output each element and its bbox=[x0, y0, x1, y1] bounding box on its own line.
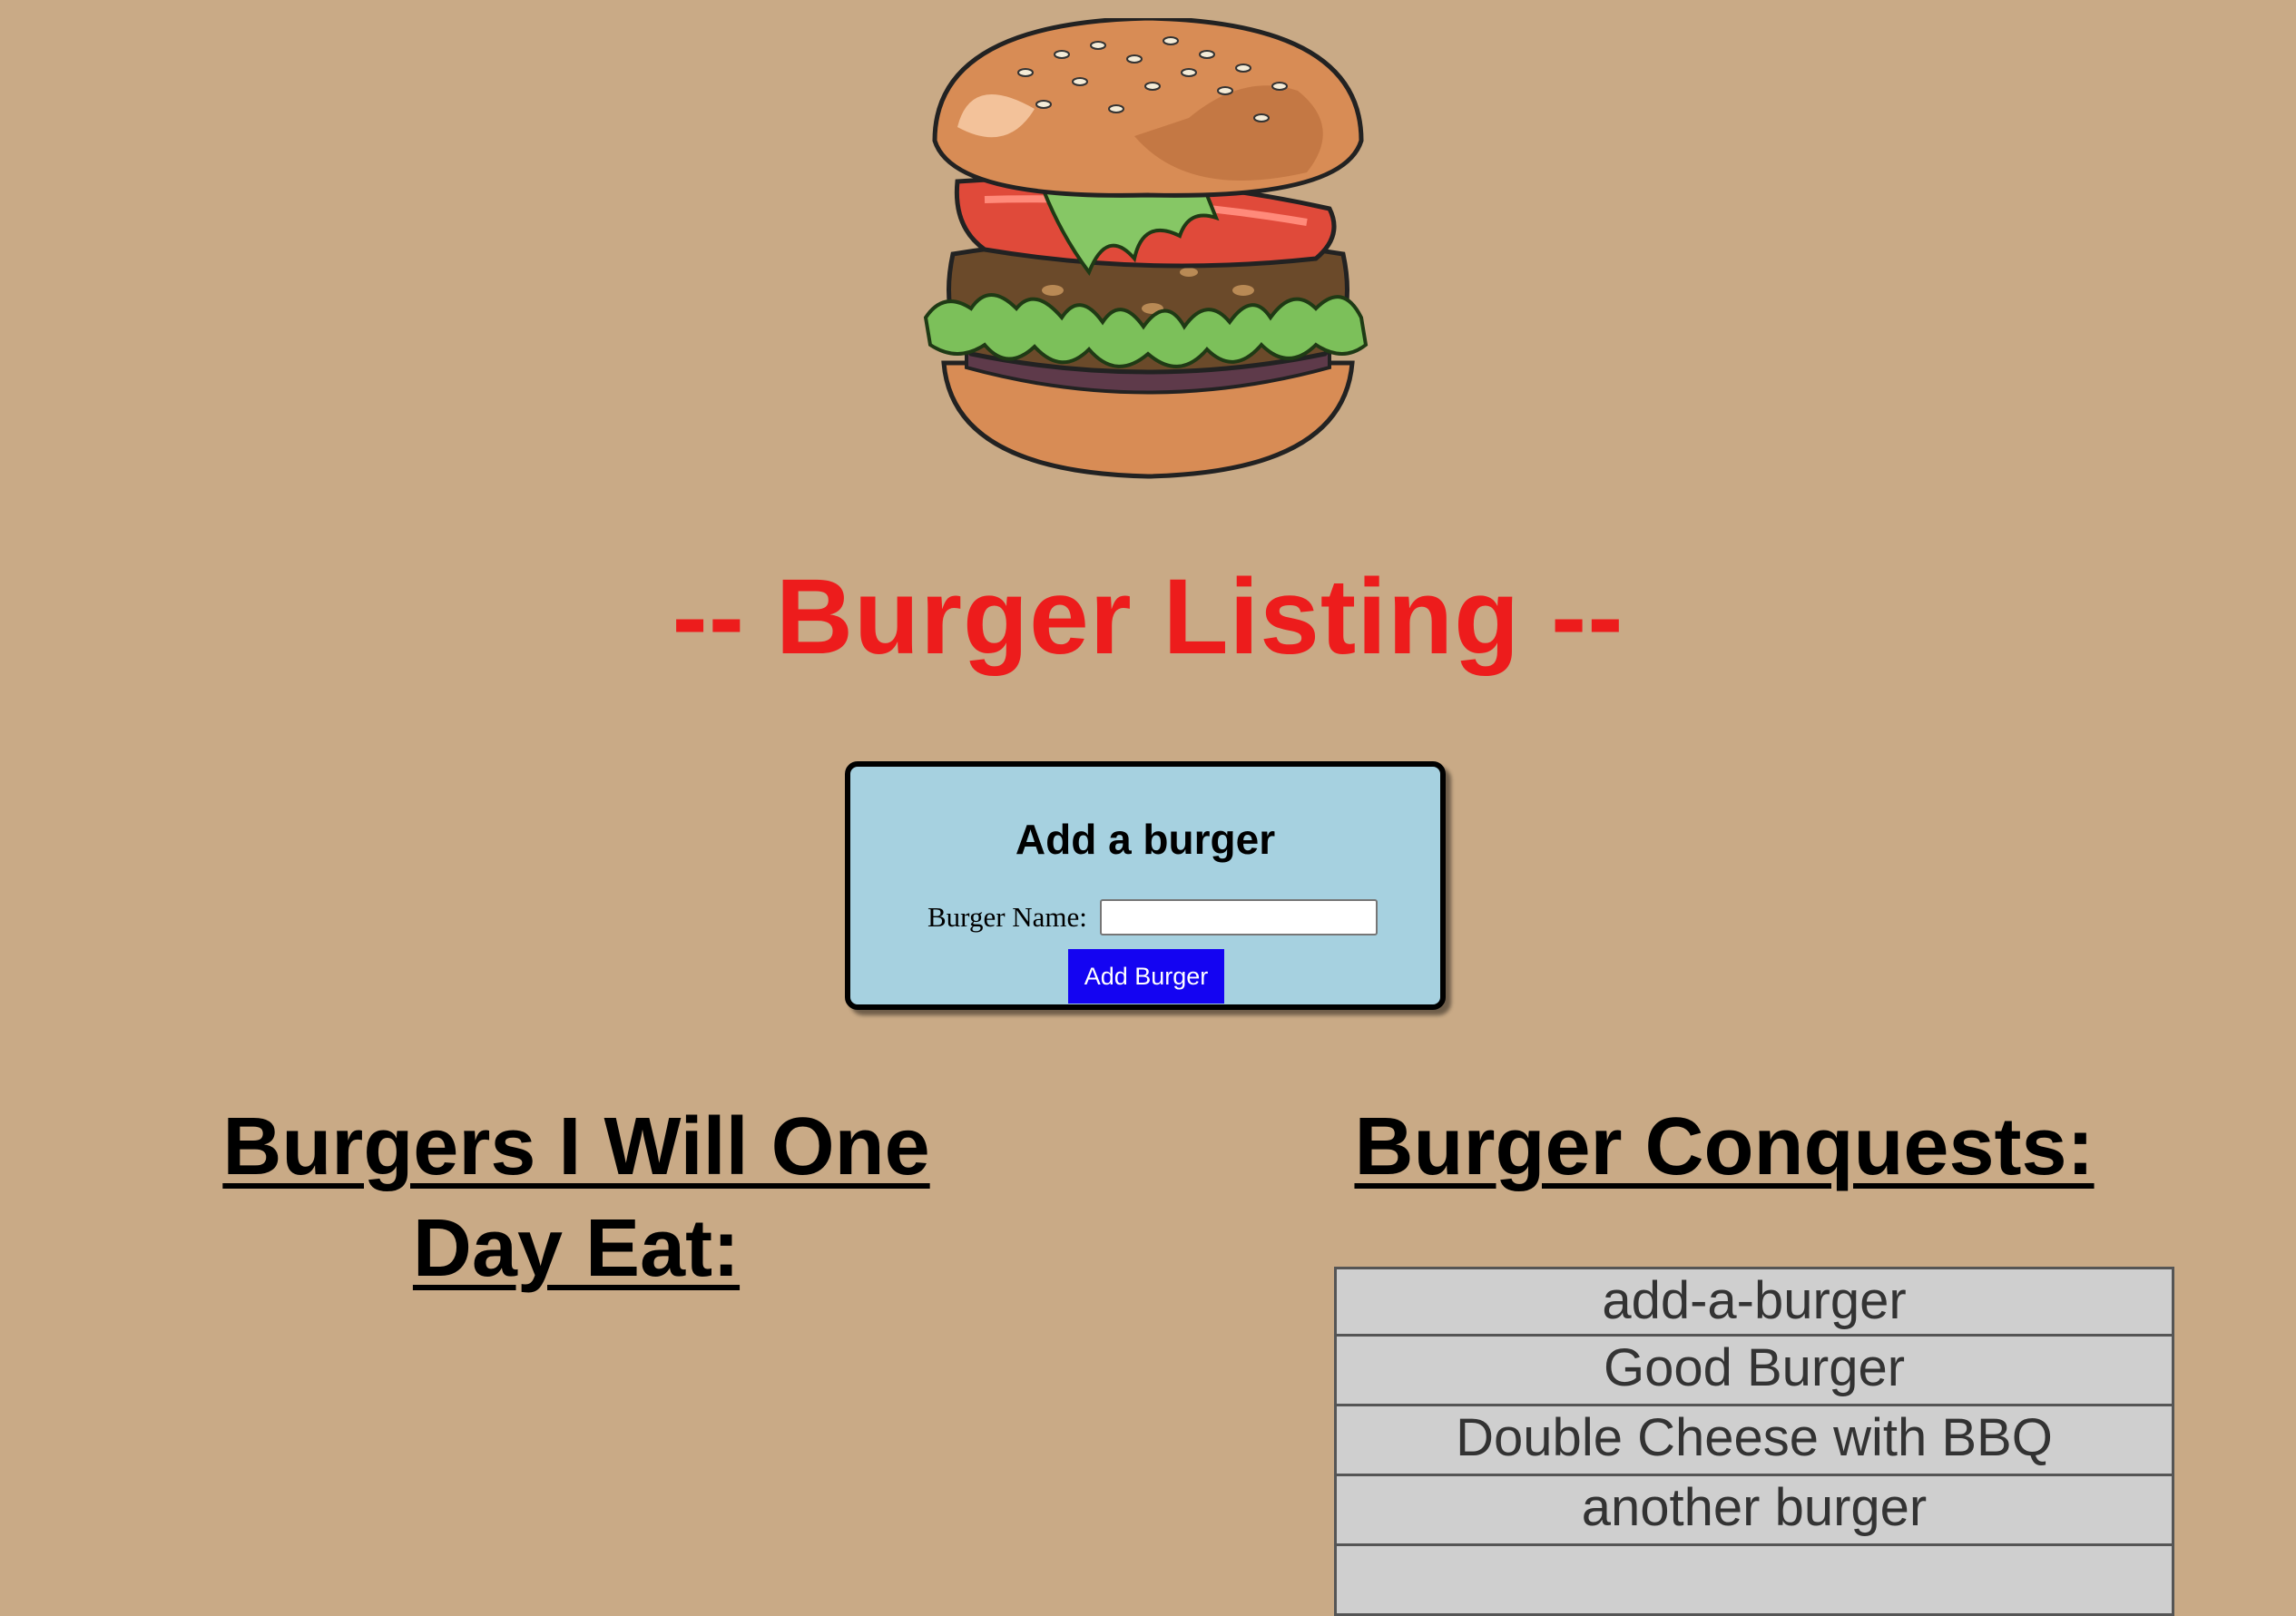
to-eat-heading: Burgers I Will One Day Eat: bbox=[222, 1102, 930, 1294]
add-burger-button[interactable]: Add Burger bbox=[1068, 949, 1224, 1004]
add-burger-heading: Add a burger bbox=[1015, 816, 1276, 863]
burger-name-input[interactable] bbox=[1100, 899, 1378, 935]
eaten-list: add-a-burger Good Burger Double Cheese w… bbox=[1334, 1267, 2174, 1616]
eaten-heading: Burger Conquests: bbox=[1354, 1102, 2095, 1192]
add-burger-card: Add a burger Burger Name: Add Burger bbox=[845, 761, 1446, 1010]
eaten-list-item: Double Cheese with BBQ bbox=[1334, 1406, 2174, 1476]
eaten-list-item: another burger bbox=[1334, 1476, 2174, 1546]
page-title: -- Burger Listing -- bbox=[672, 557, 1624, 677]
eaten-list-item: add-a-burger bbox=[1334, 1267, 2174, 1337]
eaten-list-item bbox=[1334, 1546, 2174, 1616]
burger-illustration bbox=[917, 18, 1379, 481]
eaten-list-item: Good Burger bbox=[1334, 1337, 2174, 1406]
burger-icon bbox=[923, 18, 1369, 479]
burger-name-label: Burger Name: bbox=[927, 901, 1087, 933]
